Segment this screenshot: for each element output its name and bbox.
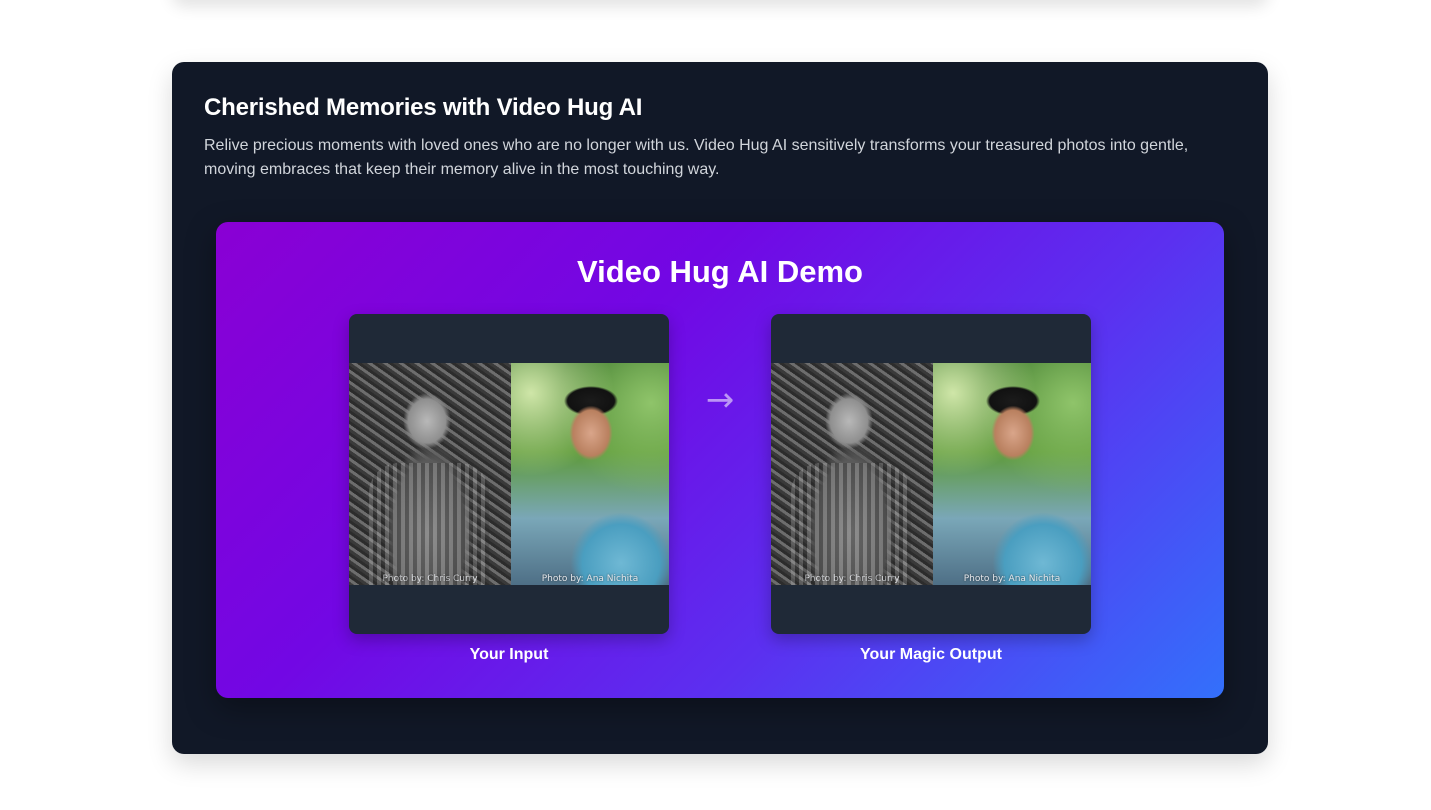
photo-credit: Photo by: Ana Nichita (963, 574, 1061, 584)
output-photo-pair: Photo by: Chris Curry Photo by: Ana Nich… (771, 363, 1091, 585)
demo-title: Video Hug AI Demo (577, 254, 863, 289)
cherished-memories-section: Cherished Memories with Video Hug AI Rel… (172, 62, 1268, 754)
input-photo-pair: Photo by: Chris Curry Photo by: Ana Nich… (349, 363, 669, 585)
input-photo-young-man: Photo by: Ana Nichita (511, 363, 669, 585)
section-title: Cherished Memories with Video Hug AI (204, 94, 643, 121)
section-description: Relive precious moments with loved ones … (204, 137, 1189, 178)
output-photo-young-man: Photo by: Ana Nichita (933, 363, 1091, 585)
photo-credit: Photo by: Chris Curry (382, 574, 478, 584)
output-caption: Your Magic Output (860, 646, 1002, 663)
output-photo-elderly-woman: Photo by: Chris Curry (771, 363, 933, 585)
input-caption: Your Input (469, 646, 549, 663)
input-media-panel[interactable]: Photo by: Chris Curry Photo by: Ana Nich… (349, 314, 669, 634)
arrow-right-icon: → (705, 380, 735, 420)
photo-credit: Photo by: Chris Curry (804, 574, 900, 584)
photo-credit: Photo by: Ana Nichita (541, 574, 639, 584)
demo-card: Video Hug AI Demo Photo by: Chris Curry … (216, 222, 1224, 698)
input-photo-elderly-woman: Photo by: Chris Curry (349, 363, 511, 585)
output-media-panel[interactable]: Photo by: Chris Curry Photo by: Ana Nich… (771, 314, 1091, 634)
